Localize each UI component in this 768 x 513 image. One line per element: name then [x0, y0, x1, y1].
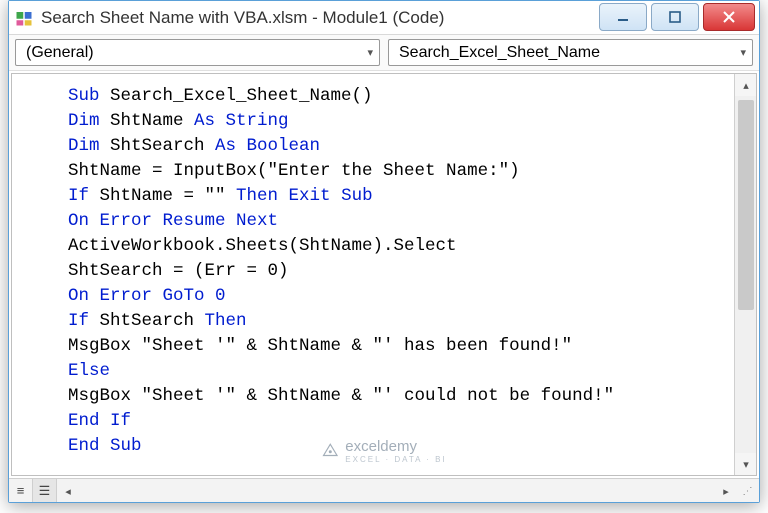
object-dropdown[interactable]: (General) ▾ [15, 39, 380, 66]
window-title: Search Sheet Name with VBA.xlsm - Module… [41, 8, 444, 28]
close-button[interactable] [703, 3, 755, 31]
scroll-thumb[interactable] [738, 100, 754, 310]
vertical-scrollbar[interactable]: ▴ ▾ [734, 74, 756, 475]
maximize-icon [668, 10, 682, 24]
minimize-button[interactable] [599, 3, 647, 31]
procedure-dropdown[interactable]: Search_Excel_Sheet_Name ▾ [388, 39, 753, 66]
code-toolbar: (General) ▾ Search_Excel_Sheet_Name ▾ [9, 35, 759, 71]
procedure-view-button[interactable]: ≡ [9, 479, 33, 502]
titlebar[interactable]: Search Sheet Name with VBA.xlsm - Module… [9, 1, 759, 35]
editor-container: Sub Search_Excel_Sheet_Name() Dim ShtNam… [11, 73, 757, 476]
vba-code-window: Search Sheet Name with VBA.xlsm - Module… [8, 0, 760, 503]
horizontal-scrollbar[interactable]: ◂ ▸ ⋰ [57, 479, 759, 502]
procedure-dropdown-value: Search_Excel_Sheet_Name [399, 44, 600, 62]
window-buttons [599, 1, 759, 31]
scroll-down-arrow[interactable]: ▾ [735, 453, 757, 475]
object-dropdown-value: (General) [26, 44, 94, 62]
resize-grip-icon: ⋰ [737, 479, 759, 503]
chevron-down-icon: ▾ [367, 46, 373, 59]
chevron-down-icon: ▾ [740, 46, 746, 59]
close-icon [722, 10, 736, 24]
bottom-bar: ≡ ☰ ◂ ▸ ⋰ [9, 478, 759, 502]
scroll-up-arrow[interactable]: ▴ [735, 74, 757, 96]
scroll-right-arrow[interactable]: ▸ [715, 479, 737, 503]
maximize-button[interactable] [651, 3, 699, 31]
minimize-icon [616, 10, 630, 24]
code-editor[interactable]: Sub Search_Excel_Sheet_Name() Dim ShtNam… [12, 74, 734, 475]
vba-module-icon [15, 9, 33, 27]
full-module-view-button[interactable]: ☰ [33, 479, 57, 502]
scroll-left-arrow[interactable]: ◂ [57, 479, 79, 503]
